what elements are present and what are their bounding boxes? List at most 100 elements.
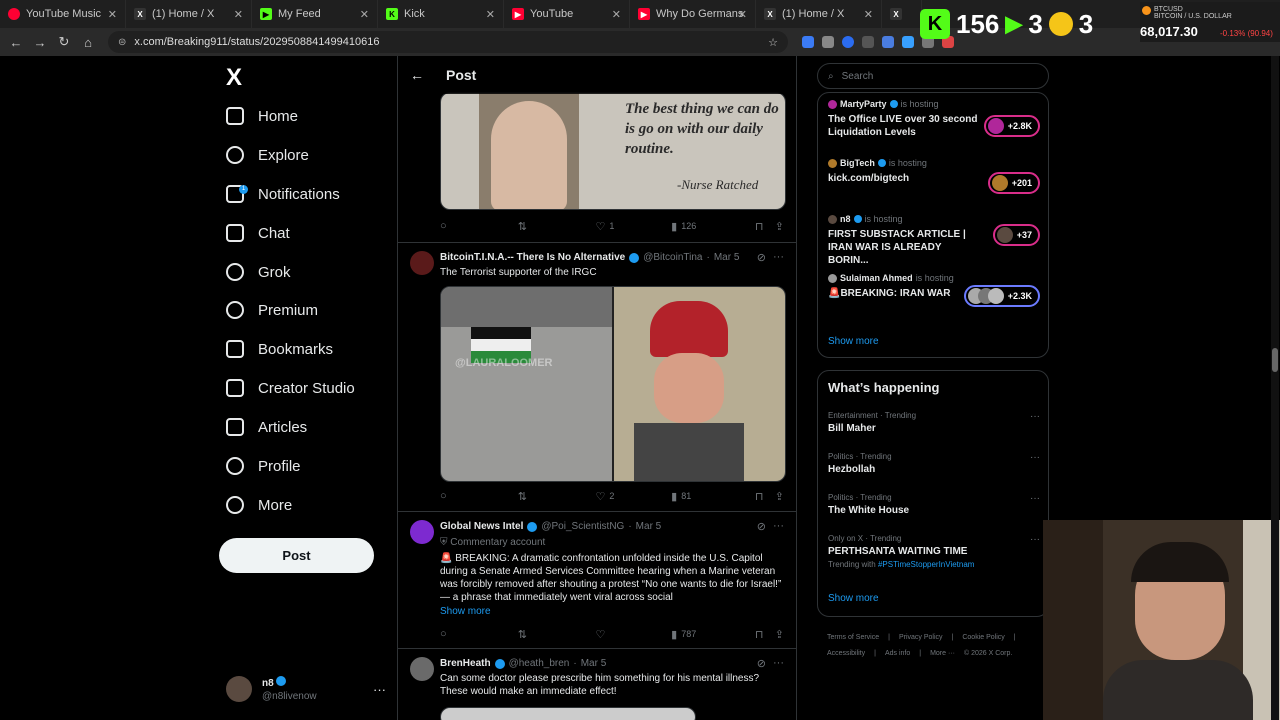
avatar[interactable]	[410, 657, 434, 681]
nav-item-articles[interactable]: Articles	[226, 413, 307, 441]
browser-tab[interactable]: ▶ My Feed ✕	[252, 0, 378, 28]
footer-link[interactable]: Accessibility	[827, 650, 865, 657]
trend-item[interactable]: Politics · Trending Hezbollah ···	[828, 452, 1040, 475]
footer-link[interactable]: Terms of Service	[827, 634, 879, 641]
show-more-link[interactable]: Show more	[828, 336, 879, 347]
listeners-pill[interactable]: +201	[987, 172, 1040, 194]
site-info-icon[interactable]: ⊜	[118, 37, 126, 48]
more-icon[interactable]: ···	[1030, 452, 1040, 463]
avatar[interactable]	[410, 520, 434, 544]
close-icon[interactable]: ✕	[234, 8, 243, 21]
listeners-pill[interactable]: +37	[992, 224, 1040, 246]
reply-button[interactable]: ○	[440, 490, 518, 502]
browser-tab[interactable]: ▶ YouTube ✕	[504, 0, 630, 28]
author-handle[interactable]: @Poi_ScientistNG	[541, 521, 624, 532]
author-name[interactable]: BitcoinT.I.N.A.-- There Is No Alternativ…	[440, 252, 625, 263]
tweet-image[interactable]: The best thing we can do is go on with o…	[440, 92, 786, 210]
views-button[interactable]: ▮ 787	[671, 628, 755, 641]
browser-tab[interactable]: ▶ Why Do Germans Eat✕	[630, 0, 756, 28]
nav-item-explore[interactable]: Explore	[226, 141, 309, 169]
show-more-link[interactable]: Show more	[828, 593, 879, 604]
account-switcher[interactable]: n8 @n8livenow ···	[226, 674, 386, 704]
nav-item-notifications[interactable]: 1 Notifications	[226, 180, 340, 208]
nav-item-creator-studio[interactable]: Creator Studio	[226, 374, 355, 402]
author-handle[interactable]: @heath_bren	[509, 658, 570, 669]
author-name[interactable]: BrenHeath	[440, 658, 491, 669]
extension-icon[interactable]	[842, 36, 854, 48]
footer-link[interactable]: More ···	[930, 650, 955, 657]
browser-tab[interactable]: X (1) Home / X ✕	[126, 0, 252, 28]
scrollbar[interactable]	[1271, 56, 1279, 720]
share-button[interactable]: ⇪	[775, 628, 784, 641]
nav-item-home[interactable]: Home	[226, 102, 298, 130]
share-button[interactable]: ⇪	[775, 490, 784, 503]
like-button[interactable]: ♡ 2	[595, 490, 671, 503]
nav-item-bookmarks[interactable]: Bookmarks	[226, 335, 333, 363]
scrollbar-thumb[interactable]	[1272, 348, 1278, 372]
more-icon[interactable]: ···	[773, 657, 784, 669]
nav-item-chat[interactable]: Chat	[226, 219, 290, 247]
star-icon[interactable]: ☆	[768, 36, 778, 49]
listeners-pill[interactable]: +2.8K	[983, 115, 1040, 137]
tweet-media[interactable]: @LAURALOOMER	[440, 286, 786, 482]
footer-link[interactable]: Ads info	[885, 650, 910, 657]
reload-icon[interactable]: ↻	[52, 34, 76, 50]
trend-item[interactable]: Entertainment · Trending Bill Maher ···	[828, 411, 1040, 434]
nav-item-premium[interactable]: Premium	[226, 296, 318, 324]
tweet-date[interactable]: Mar 5	[581, 658, 607, 669]
reply-button[interactable]: ○	[440, 628, 518, 640]
bookmark-button[interactable]: ⊓	[755, 220, 775, 233]
author-handle[interactable]: @BitcoinTina	[643, 252, 702, 263]
views-button[interactable]: ▮ 81	[671, 490, 755, 503]
browser-tab[interactable]: X (1) Home / X ✕	[756, 0, 882, 28]
home-icon[interactable]: ⌂	[76, 35, 100, 50]
back-arrow-icon[interactable]: ←	[4, 35, 28, 50]
extension-icon[interactable]	[822, 36, 834, 48]
close-icon[interactable]: ✕	[486, 8, 495, 21]
trend-item[interactable]: Politics · Trending The White House ···	[828, 493, 1040, 516]
more-icon[interactable]: ···	[1030, 411, 1040, 422]
nav-item-profile[interactable]: Profile	[226, 452, 301, 480]
trend-item[interactable]: Only on X · Trending PERTHSANTA WAITING …	[828, 534, 1040, 569]
more-icon[interactable]: ···	[773, 520, 784, 532]
forward-arrow-icon[interactable]: →	[28, 35, 52, 50]
extension-icon[interactable]	[802, 36, 814, 48]
extension-icon[interactable]	[862, 36, 874, 48]
more-icon[interactable]: ···	[773, 251, 784, 263]
bookmark-button[interactable]: ⊓	[755, 490, 775, 503]
grok-icon[interactable]: ⊘	[757, 657, 766, 670]
browser-tab[interactable]: YouTube Music ✕	[0, 0, 126, 28]
close-icon[interactable]: ✕	[108, 8, 117, 21]
more-icon[interactable]: ···	[373, 682, 386, 697]
more-icon[interactable]: ···	[1030, 534, 1040, 545]
like-button[interactable]: ♡	[595, 628, 671, 641]
browser-tab[interactable]: X	[882, 0, 922, 28]
live-item[interactable]: n8 is hosting FIRST SUBSTACK ARTICLE | IR…	[828, 214, 1040, 267]
back-arrow-icon[interactable]: ←	[410, 67, 424, 83]
repost-button[interactable]: ⇅	[518, 220, 596, 233]
author-name[interactable]: Global News Intel	[440, 521, 523, 532]
grok-icon[interactable]: ⊘	[757, 251, 766, 264]
x-logo-icon[interactable]: X	[226, 64, 242, 92]
live-item[interactable]: BigTech is hosting kick.com/bigtech +201	[828, 158, 1040, 194]
tweet-date[interactable]: Mar 5	[714, 252, 740, 263]
share-button[interactable]: ⇪	[775, 220, 784, 233]
close-icon[interactable]: ✕	[360, 8, 369, 21]
tweet-date[interactable]: Mar 5	[636, 521, 662, 532]
extension-icon[interactable]	[882, 36, 894, 48]
bookmark-button[interactable]: ⊓	[755, 628, 775, 641]
search-input[interactable]: ⌕ Search	[817, 63, 1049, 89]
close-icon[interactable]: ✕	[864, 8, 873, 21]
extension-icon[interactable]	[902, 36, 914, 48]
reply-button[interactable]: ○	[440, 220, 518, 232]
address-bar[interactable]: ⊜ x.com/Breaking911/status/2029508841499…	[108, 31, 788, 53]
listeners-pill[interactable]: +2.3K	[963, 285, 1040, 307]
views-button[interactable]: ▮ 126	[671, 220, 755, 233]
avatar[interactable]	[410, 251, 434, 275]
more-icon[interactable]: ···	[1030, 493, 1040, 504]
trend-hashtag[interactable]: #PSTimeStopperInVietnam	[878, 560, 975, 569]
repost-button[interactable]: ⇅	[518, 628, 596, 641]
like-button[interactable]: ♡ 1	[595, 220, 671, 233]
nav-item-more[interactable]: More	[226, 491, 292, 519]
footer-link[interactable]: Cookie Policy	[962, 634, 1004, 641]
